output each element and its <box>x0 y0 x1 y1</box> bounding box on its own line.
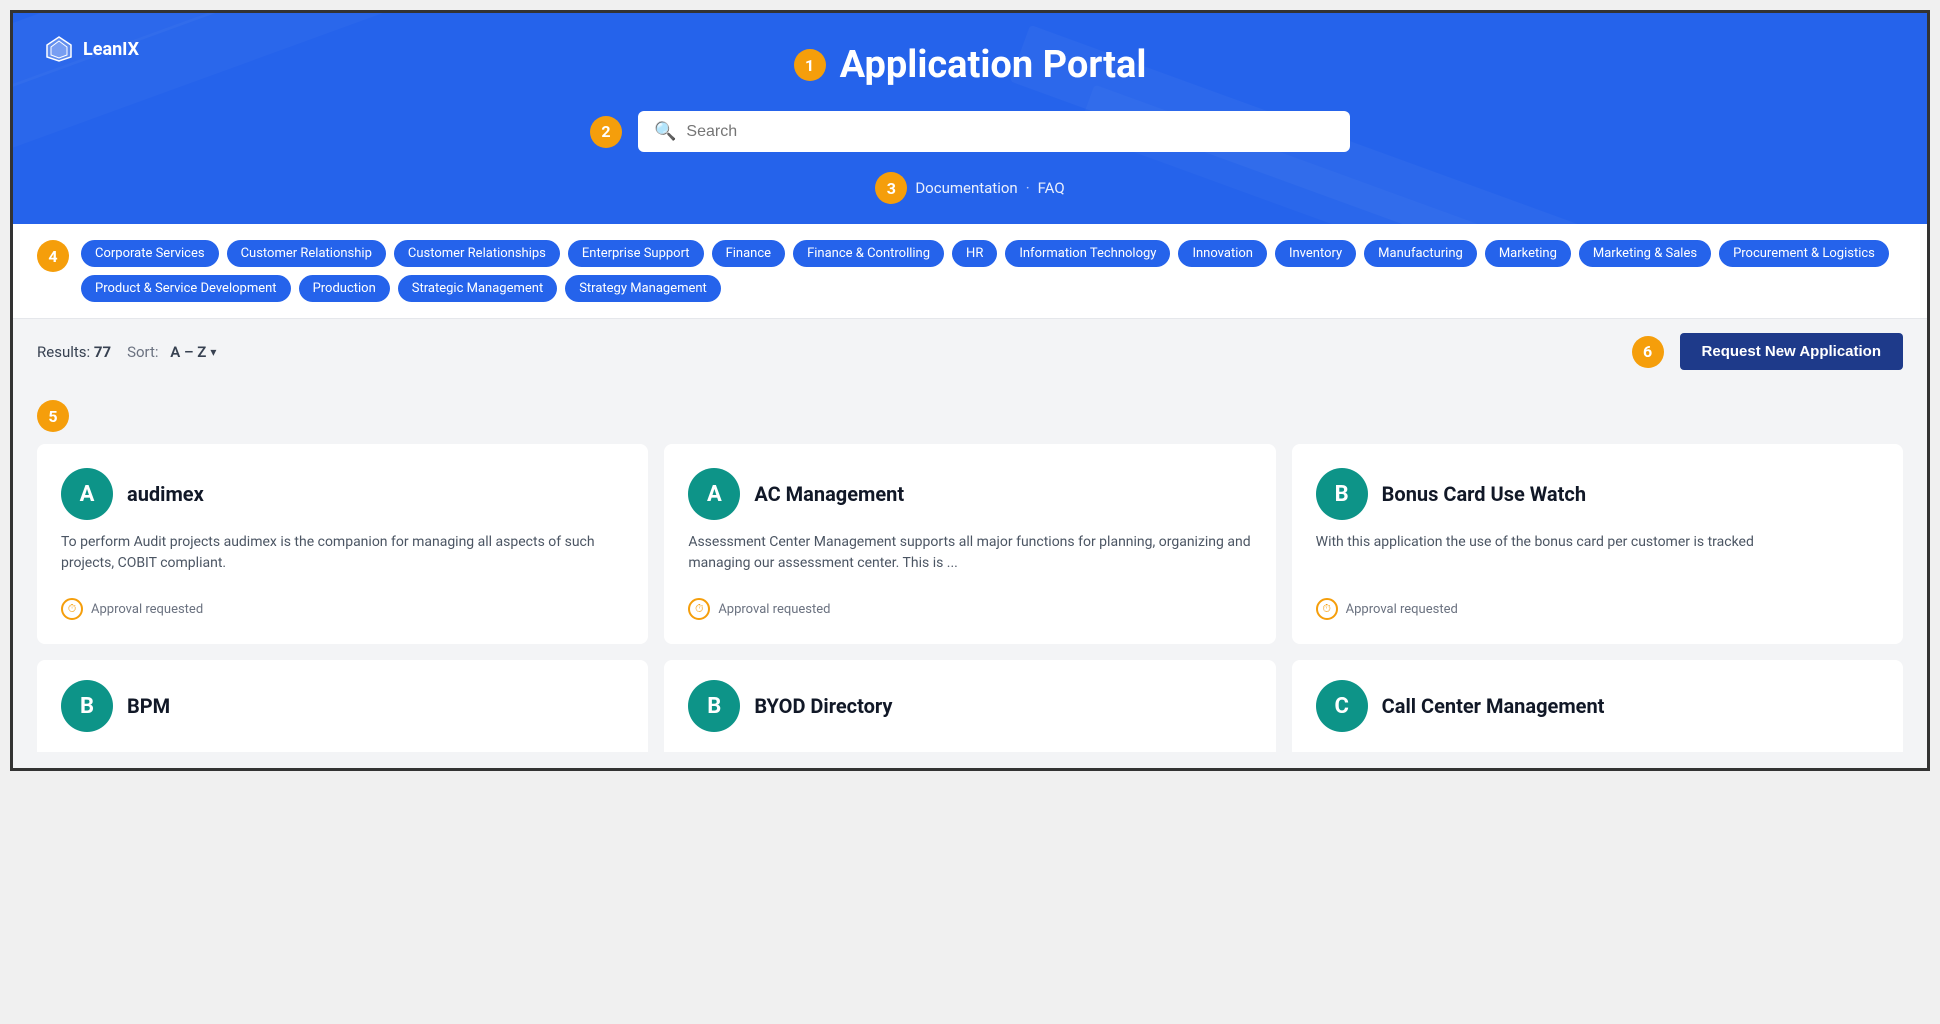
app-card-partial[interactable]: C Call Center Management <box>1292 660 1903 752</box>
filter-tag[interactable]: Information Technology <box>1005 240 1170 267</box>
approval-status-text: Approval requested <box>1346 602 1458 617</box>
app-name: BYOD Directory <box>754 694 892 718</box>
documentation-link[interactable]: Documentation <box>915 179 1017 197</box>
filter-tag[interactable]: Finance <box>712 240 785 267</box>
results-label: Results: 77 <box>37 343 111 361</box>
filter-tags-wrapper: Corporate Services Customer Relationship C… <box>81 240 1903 302</box>
results-bar: Results: 77 Sort: A – Z ▾ 6 Request New … <box>13 319 1927 384</box>
faq-link[interactable]: FAQ <box>1038 179 1065 197</box>
app-avatar: B <box>61 680 113 732</box>
search-box: 🔍 <box>638 111 1350 152</box>
sort-dropdown[interactable]: Sort: A – Z ▾ <box>127 343 216 361</box>
app-name: BPM <box>127 694 170 718</box>
filter-tag[interactable]: Inventory <box>1275 240 1356 267</box>
partial-cards-grid: B BPM B BYOD Directory C Call Center Man… <box>37 660 1903 752</box>
filter-tag[interactable]: Enterprise Support <box>568 240 704 267</box>
chevron-down-icon: ▾ <box>210 345 216 359</box>
app-avatar: B <box>688 680 740 732</box>
sort-label: Sort: <box>127 343 158 361</box>
approval-status-text: Approval requested <box>718 602 830 617</box>
filter-tag[interactable]: HR <box>952 240 997 267</box>
filter-tag[interactable]: Finance & Controlling <box>793 240 944 267</box>
request-new-application-button[interactable]: Request New Application <box>1680 333 1903 370</box>
filter-section: 4 Corporate Services Customer Relationshi… <box>13 224 1927 319</box>
cards-section: 5 A audimex To perform Audit projects au… <box>13 384 1927 768</box>
filter-tag[interactable]: Product & Service Development <box>81 275 291 302</box>
nav-separator: · <box>1026 179 1030 197</box>
results-left: Results: 77 Sort: A – Z ▾ <box>37 343 216 361</box>
nav-links: 3 Documentation · FAQ <box>875 172 1064 224</box>
app-avatar: B <box>1316 468 1368 520</box>
nav-badge: 3 <box>875 172 907 204</box>
filter-tag[interactable]: Corporate Services <box>81 240 219 267</box>
approval-status-icon: ⏱ <box>1316 598 1338 620</box>
filter-tag[interactable]: Innovation <box>1178 240 1267 267</box>
app-name: Call Center Management <box>1382 694 1605 718</box>
app-description: To perform Audit projects audimex is the… <box>61 532 624 578</box>
search-input[interactable] <box>686 123 1334 141</box>
app-card[interactable]: A audimex To perform Audit projects audi… <box>37 444 648 644</box>
sort-value: A – Z <box>170 343 206 361</box>
filter-tag[interactable]: Marketing & Sales <box>1579 240 1711 267</box>
app-avatar: A <box>61 468 113 520</box>
header-section: LeanIX 1 Application Portal 2 🔍 3 Docume… <box>13 13 1927 224</box>
page-title: Application Portal <box>840 43 1147 87</box>
search-area: 2 🔍 <box>590 111 1350 152</box>
app-card-header: A AC Management <box>688 468 1251 520</box>
filter-tag[interactable]: Customer Relationship <box>227 240 386 267</box>
search-badge: 2 <box>590 116 622 148</box>
app-card-partial[interactable]: B BPM <box>37 660 648 752</box>
approval-status-icon: ⏱ <box>61 598 83 620</box>
request-badge: 6 <box>1632 336 1664 368</box>
app-status: ⏱ Approval requested <box>61 590 624 620</box>
app-name: AC Management <box>754 482 904 506</box>
filter-tag[interactable]: Procurement & Logistics <box>1719 240 1889 267</box>
results-count: 77 <box>94 343 111 361</box>
app-window: LeanIX 1 Application Portal 2 🔍 3 Docume… <box>10 10 1930 771</box>
app-avatar: A <box>688 468 740 520</box>
header-content: 1 Application Portal 2 🔍 3 Documentation… <box>33 43 1907 224</box>
approval-status-text: Approval requested <box>91 602 203 617</box>
cards-badge: 5 <box>37 400 69 432</box>
approval-status-icon: ⏱ <box>688 598 710 620</box>
app-name: audimex <box>127 482 204 506</box>
app-card-header: B Bonus Card Use Watch <box>1316 468 1879 520</box>
filter-badge: 4 <box>37 240 69 272</box>
app-card-partial[interactable]: B BYOD Directory <box>664 660 1275 752</box>
filter-tag[interactable]: Production <box>299 275 390 302</box>
filter-tag[interactable]: Marketing <box>1485 240 1571 267</box>
filter-tag[interactable]: Manufacturing <box>1364 240 1477 267</box>
app-avatar: C <box>1316 680 1368 732</box>
results-right: 6 Request New Application <box>1632 333 1903 370</box>
app-description: With this application the use of the bon… <box>1316 532 1879 578</box>
app-name: Bonus Card Use Watch <box>1382 482 1586 506</box>
search-icon: 🔍 <box>654 121 676 142</box>
title-badge: 1 <box>794 49 826 81</box>
app-card-header: A audimex <box>61 468 624 520</box>
app-description: Assessment Center Management supports al… <box>688 532 1251 578</box>
page-title-area: 1 Application Portal <box>794 43 1147 87</box>
app-status: ⏱ Approval requested <box>1316 590 1879 620</box>
cards-grid: A audimex To perform Audit projects audi… <box>37 444 1903 644</box>
filter-tag[interactable]: Strategy Management <box>565 275 721 302</box>
filter-tag[interactable]: Customer Relationships <box>394 240 560 267</box>
app-card[interactable]: B Bonus Card Use Watch With this applica… <box>1292 444 1903 644</box>
app-status: ⏱ Approval requested <box>688 590 1251 620</box>
app-card[interactable]: A AC Management Assessment Center Manage… <box>664 444 1275 644</box>
filter-tag[interactable]: Strategic Management <box>398 275 557 302</box>
